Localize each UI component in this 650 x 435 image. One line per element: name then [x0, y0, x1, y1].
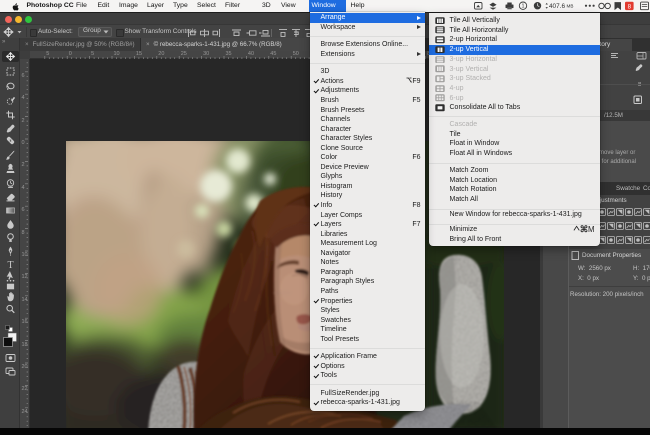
svg-text:M: M — [588, 225, 595, 233]
svg-text:1: 1 — [522, 4, 525, 10]
svg-text:407.6: 407.6 — [549, 3, 565, 10]
svg-text:MB: MB — [567, 4, 574, 9]
svg-text:8: 8 — [628, 3, 632, 10]
svg-text:T: T — [7, 260, 13, 271]
